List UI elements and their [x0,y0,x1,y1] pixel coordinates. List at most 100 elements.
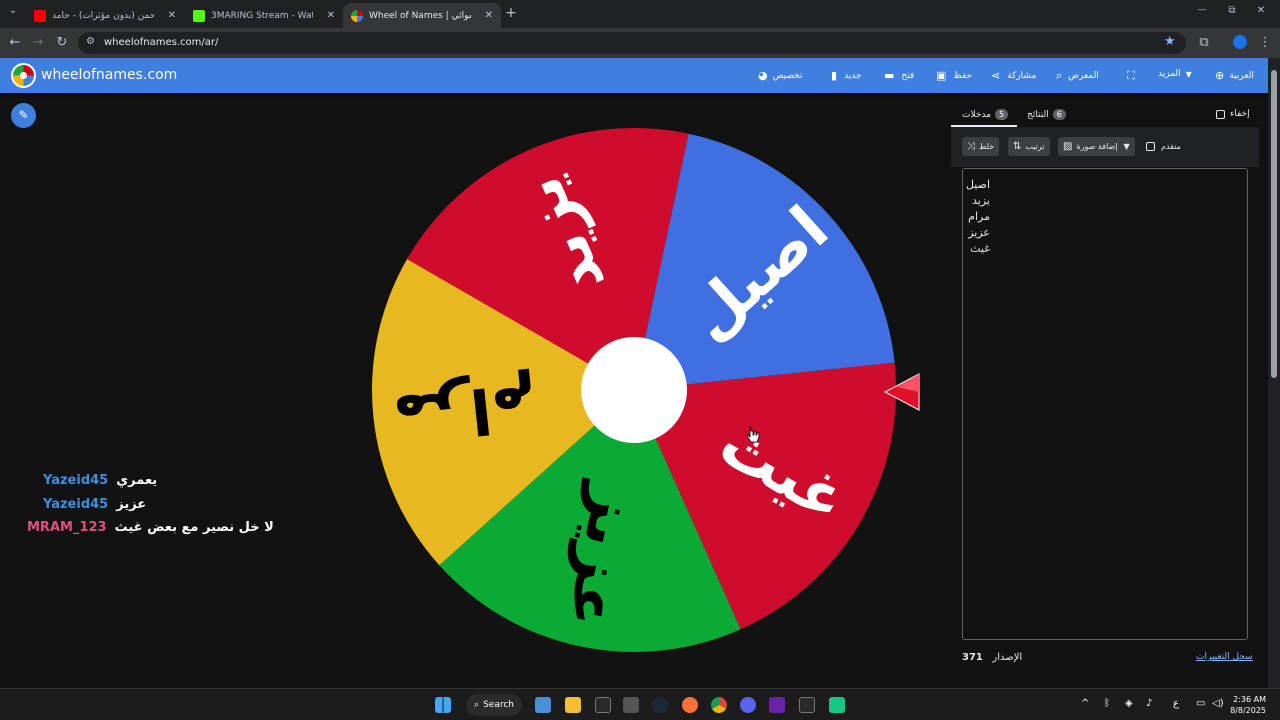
advanced-checkbox[interactable] [1146,142,1155,151]
unity-icon[interactable] [623,697,639,713]
changelog-link[interactable]: سجل التغييرات [1196,652,1253,662]
chevron-up-icon[interactable]: ^ [1081,698,1089,709]
profile-avatar[interactable] [1233,35,1247,49]
close-icon[interactable]: ✕ [485,10,493,21]
wheel-of-names[interactable]: اصيلغيثعزيزمراميزيد [370,126,898,654]
shuffle-icon: ⤨ [967,141,975,152]
volume-icon[interactable]: ◁) [1212,698,1224,709]
panel-tabs: مدخلات 5 النتائج 6 إخفاء [951,101,1259,127]
chrome-icon[interactable] [711,697,727,713]
save-label: حفظ [953,70,973,81]
microphone-icon[interactable]: ♪ [1146,698,1152,709]
customize-button[interactable]: ◕ تخصيص [758,69,802,82]
extensions-icon[interactable]: ⧉ [1195,35,1213,50]
epic-games-icon[interactable] [595,697,611,713]
open-label: فتح [901,70,915,81]
chat-username: MRAM_123 [27,520,107,535]
new-tab-button[interactable]: + [502,5,520,21]
entries-toolbar: ⤨ خلط ⇅ ترتيب ▨ إضافة صورة ▼ متقدم [951,127,1259,167]
site-name[interactable]: wheelofnames.com [41,67,177,83]
system-clock[interactable]: 2:36 AM 8/8/2025 [1226,694,1266,716]
omnibox[interactable]: ⚙ wheelofnames.com/ar/ ★ [78,32,1186,54]
gallery-label: المعرض [1068,71,1099,81]
chat-text: لا خل نصير مع بعض غيث [114,520,274,535]
wheel-center-hub[interactable] [581,337,687,443]
epic-launcher-icon[interactable] [799,697,815,713]
input-language[interactable]: ع [1173,698,1179,709]
wheel-logo-icon[interactable] [11,63,36,88]
browser-tab-wheel[interactable]: Wheel of Names | العشوائي ✕ [343,3,501,28]
pencil-icon[interactable]: ✎ [11,103,36,128]
advanced-toggle[interactable]: متقدم [1141,137,1186,156]
tab-title: 3MARING Stream - Watch Live [211,10,313,21]
back-icon[interactable]: ← [6,35,24,50]
more-menu[interactable]: المزيد ▼ [1158,69,1192,79]
customize-label: تخصيص [772,70,803,81]
windows-start-icon[interactable] [435,697,451,713]
tab-results-label: النتائج [1027,109,1049,120]
gallery-button[interactable]: ⌕ المعرض [1056,69,1099,83]
restore-button[interactable]: ⧉ [1223,5,1241,16]
entries-panel: مدخلات 5 النتائج 6 إخفاء ⤨ خلط ⇅ ترتيب ▨… [951,101,1259,679]
tab-search-icon[interactable]: ⌄ [4,5,22,16]
taskbar-search[interactable]: ⌕ Search [466,694,522,716]
steam-icon[interactable] [652,697,668,713]
new-button[interactable]: ▮ جديد [831,69,862,82]
site-info-icon[interactable]: ⚙ [86,36,95,47]
new-label: جديد [844,70,862,81]
chat-text: يعمري [116,473,158,488]
fullscreen-button[interactable]: ⛶ [1127,69,1135,83]
reload-icon[interactable]: ↻ [53,35,71,50]
entries-textarea[interactable]: اصيل يزيد مرام عزيز غيث [962,168,1248,640]
more-label: المزيد [1158,69,1181,79]
tab-title: يالله يارحمن (بدون مؤثرات) - حامد [52,10,154,21]
search-icon: ⌕ [474,700,480,710]
close-window-button[interactable]: ✕ [1252,5,1270,16]
bookmark-star-icon[interactable]: ★ [1164,34,1176,49]
minimize-button[interactable]: — [1193,5,1211,15]
kebab-menu-icon[interactable]: ⋮ [1256,35,1274,50]
share-button[interactable]: ⋖ مشاركة [991,69,1036,82]
discord-icon[interactable] [740,697,756,713]
wifi-icon[interactable]: ▭ [1196,698,1205,709]
add-image-button[interactable]: ▨ إضافة صورة ▼ [1058,137,1135,156]
gamebar-icon[interactable] [829,697,845,713]
network-app-icon[interactable]: ◈ [1125,698,1133,709]
page-scrollbar[interactable] [1268,58,1280,688]
tab-results[interactable]: النتائج 6 [1027,109,1070,120]
save-icon: ▣ [936,69,947,82]
hide-checkbox[interactable] [1216,109,1225,119]
hide-toggle[interactable]: إخفاء [1216,109,1250,119]
open-button[interactable]: ▬ فتح [884,69,914,82]
firefox-icon[interactable] [682,697,698,713]
clock-time: 2:36 AM [1233,695,1266,704]
next-app-icon[interactable] [769,697,785,713]
fullscreen-icon: ⛶ [1127,69,1135,82]
close-icon[interactable]: ✕ [168,10,176,21]
widgets-icon[interactable] [535,697,551,713]
url-text[interactable]: wheelofnames.com/ar/ [104,37,218,48]
scrollbar-thumb[interactable] [1271,70,1277,378]
version-number: 371 [962,652,983,663]
caret-down-icon: ▼ [1185,69,1192,79]
save-button[interactable]: ▣ حفظ [936,69,972,82]
shuffle-button[interactable]: ⤨ خلط [962,137,1000,156]
tab-entries[interactable]: مدخلات 5 [962,109,1012,120]
tab-title: Wheel of Names | العشوائي [369,10,471,21]
chat-text: عزيز [116,497,147,512]
file-explorer-icon[interactable] [565,697,581,713]
globe-icon: ⊕ [1215,69,1225,82]
entry-line: يزيد [972,194,990,207]
language-menu[interactable]: ⊕ العربية [1215,69,1254,82]
share-label: مشاركة [1007,70,1037,81]
language-label: العربية [1229,70,1254,81]
browser-tab-bar: ⌄ يالله يارحمن (بدون مؤثرات) - حامد ✕ 3M… [0,0,1280,28]
close-icon[interactable]: ✕ [327,10,335,21]
forward-icon[interactable]: → [29,35,47,50]
chat-username: Yazeid45 [43,497,109,512]
sort-button[interactable]: ⇅ ترتيب [1008,137,1050,156]
browser-tab-kick[interactable]: 3MARING Stream - Watch Live ✕ [185,3,343,28]
browser-tab-youtube[interactable]: يالله يارحمن (بدون مؤثرات) - حامد ✕ [26,3,184,28]
bluetooth-icon[interactable]: ᛒ [1104,698,1110,709]
kick-icon [193,9,205,22]
